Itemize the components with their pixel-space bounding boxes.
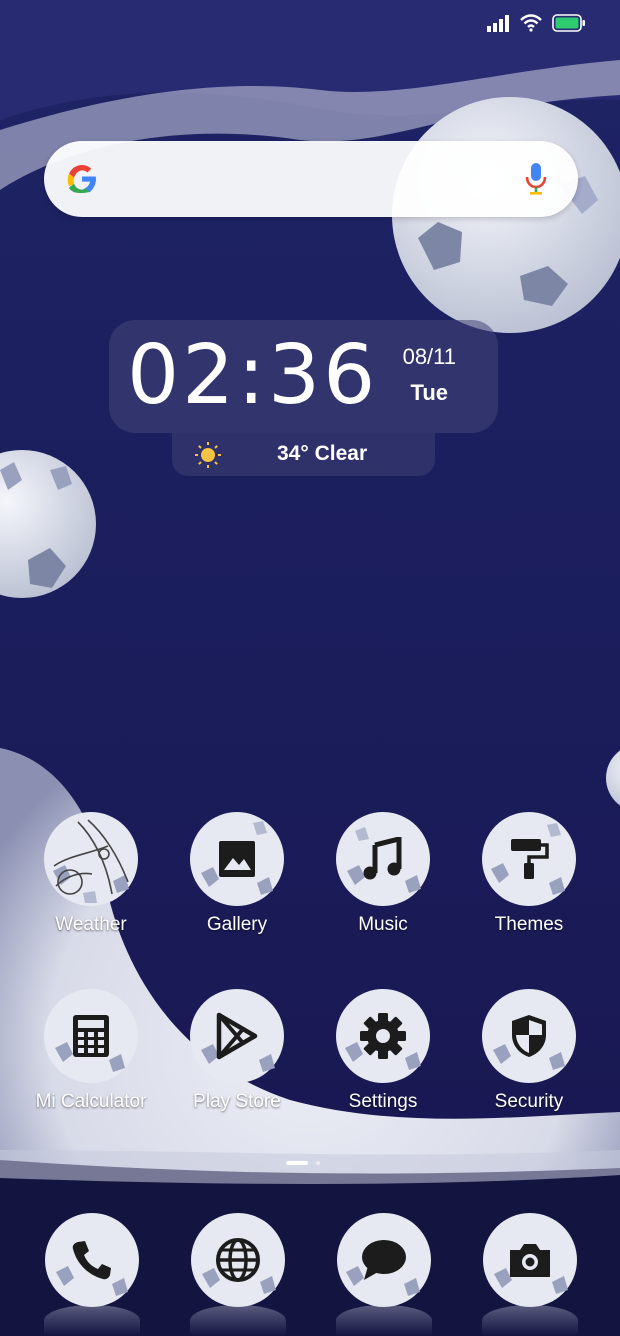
sun-icon xyxy=(195,442,221,468)
weather-icon xyxy=(53,819,129,895)
app-weather-ball xyxy=(43,811,139,907)
clock-time: 02:36 xyxy=(127,328,379,423)
app-settings-ball xyxy=(335,988,431,1084)
app-label: Gallery xyxy=(206,914,268,935)
app-security-ball xyxy=(481,988,577,1084)
app-label: Mi Calculator xyxy=(35,1091,147,1112)
paint-roller-icon xyxy=(511,839,549,879)
app-label: Play Store xyxy=(193,1091,281,1112)
clock-date: 08/11 xyxy=(402,344,456,369)
page-indicator[interactable] xyxy=(286,1161,320,1165)
chat-bubble-icon xyxy=(362,1240,406,1280)
app-label: Settings xyxy=(348,1091,418,1112)
music-note-icon xyxy=(363,837,402,880)
dock-messaging[interactable] xyxy=(336,1212,432,1308)
clock-widget[interactable]: 02:36 08/11 Tue xyxy=(109,320,498,433)
app-themes[interactable]: Themes xyxy=(456,811,602,937)
wifi-icon xyxy=(520,14,542,32)
app-label: Themes xyxy=(494,914,564,935)
phone-icon xyxy=(72,1241,111,1280)
weather-widget[interactable]: 34° Clear xyxy=(172,433,435,476)
google-search-bar[interactable] xyxy=(44,141,578,217)
app-mi-calculator[interactable]: Mi Calculator xyxy=(18,988,164,1114)
google-g-icon xyxy=(67,165,96,193)
dock-camera[interactable] xyxy=(482,1212,578,1308)
app-label: Music xyxy=(358,914,408,935)
globe-icon xyxy=(216,1238,260,1282)
clock-day: Tue xyxy=(410,380,448,405)
status-bar xyxy=(486,14,586,32)
app-label: Weather xyxy=(55,914,127,935)
dock-phone[interactable] xyxy=(44,1212,140,1308)
dock-reflection xyxy=(336,1305,432,1336)
calculator-icon xyxy=(73,1015,109,1057)
gear-icon xyxy=(360,1013,406,1059)
app-themes-ball xyxy=(481,811,577,907)
mic-icon[interactable] xyxy=(524,161,548,197)
dock-reflection xyxy=(482,1305,578,1336)
image-icon xyxy=(219,841,255,877)
app-gallery-ball xyxy=(189,811,285,907)
dock-browser[interactable] xyxy=(190,1212,286,1308)
battery-icon xyxy=(552,14,585,32)
app-play-store-ball xyxy=(189,988,285,1084)
page-dot-active xyxy=(286,1161,308,1165)
page-dot xyxy=(316,1161,320,1165)
dock-reflection xyxy=(190,1305,286,1336)
weather-text: 34° Clear xyxy=(277,442,368,465)
app-settings[interactable]: Settings xyxy=(310,988,456,1114)
app-label: Security xyxy=(494,1091,564,1112)
app-security[interactable]: Security xyxy=(456,988,602,1114)
app-music-ball xyxy=(335,811,431,907)
dock-reflection xyxy=(44,1305,140,1336)
app-music[interactable]: Music xyxy=(310,811,456,937)
camera-icon xyxy=(510,1244,550,1277)
signal-icon xyxy=(487,15,509,32)
app-weather[interactable]: Weather xyxy=(18,811,164,937)
shield-icon xyxy=(512,1015,546,1057)
app-gallery[interactable]: Gallery xyxy=(164,811,310,937)
app-play-store[interactable]: Play Store xyxy=(164,988,310,1114)
play-store-icon xyxy=(216,1012,258,1060)
app-calculator-ball xyxy=(43,988,139,1084)
